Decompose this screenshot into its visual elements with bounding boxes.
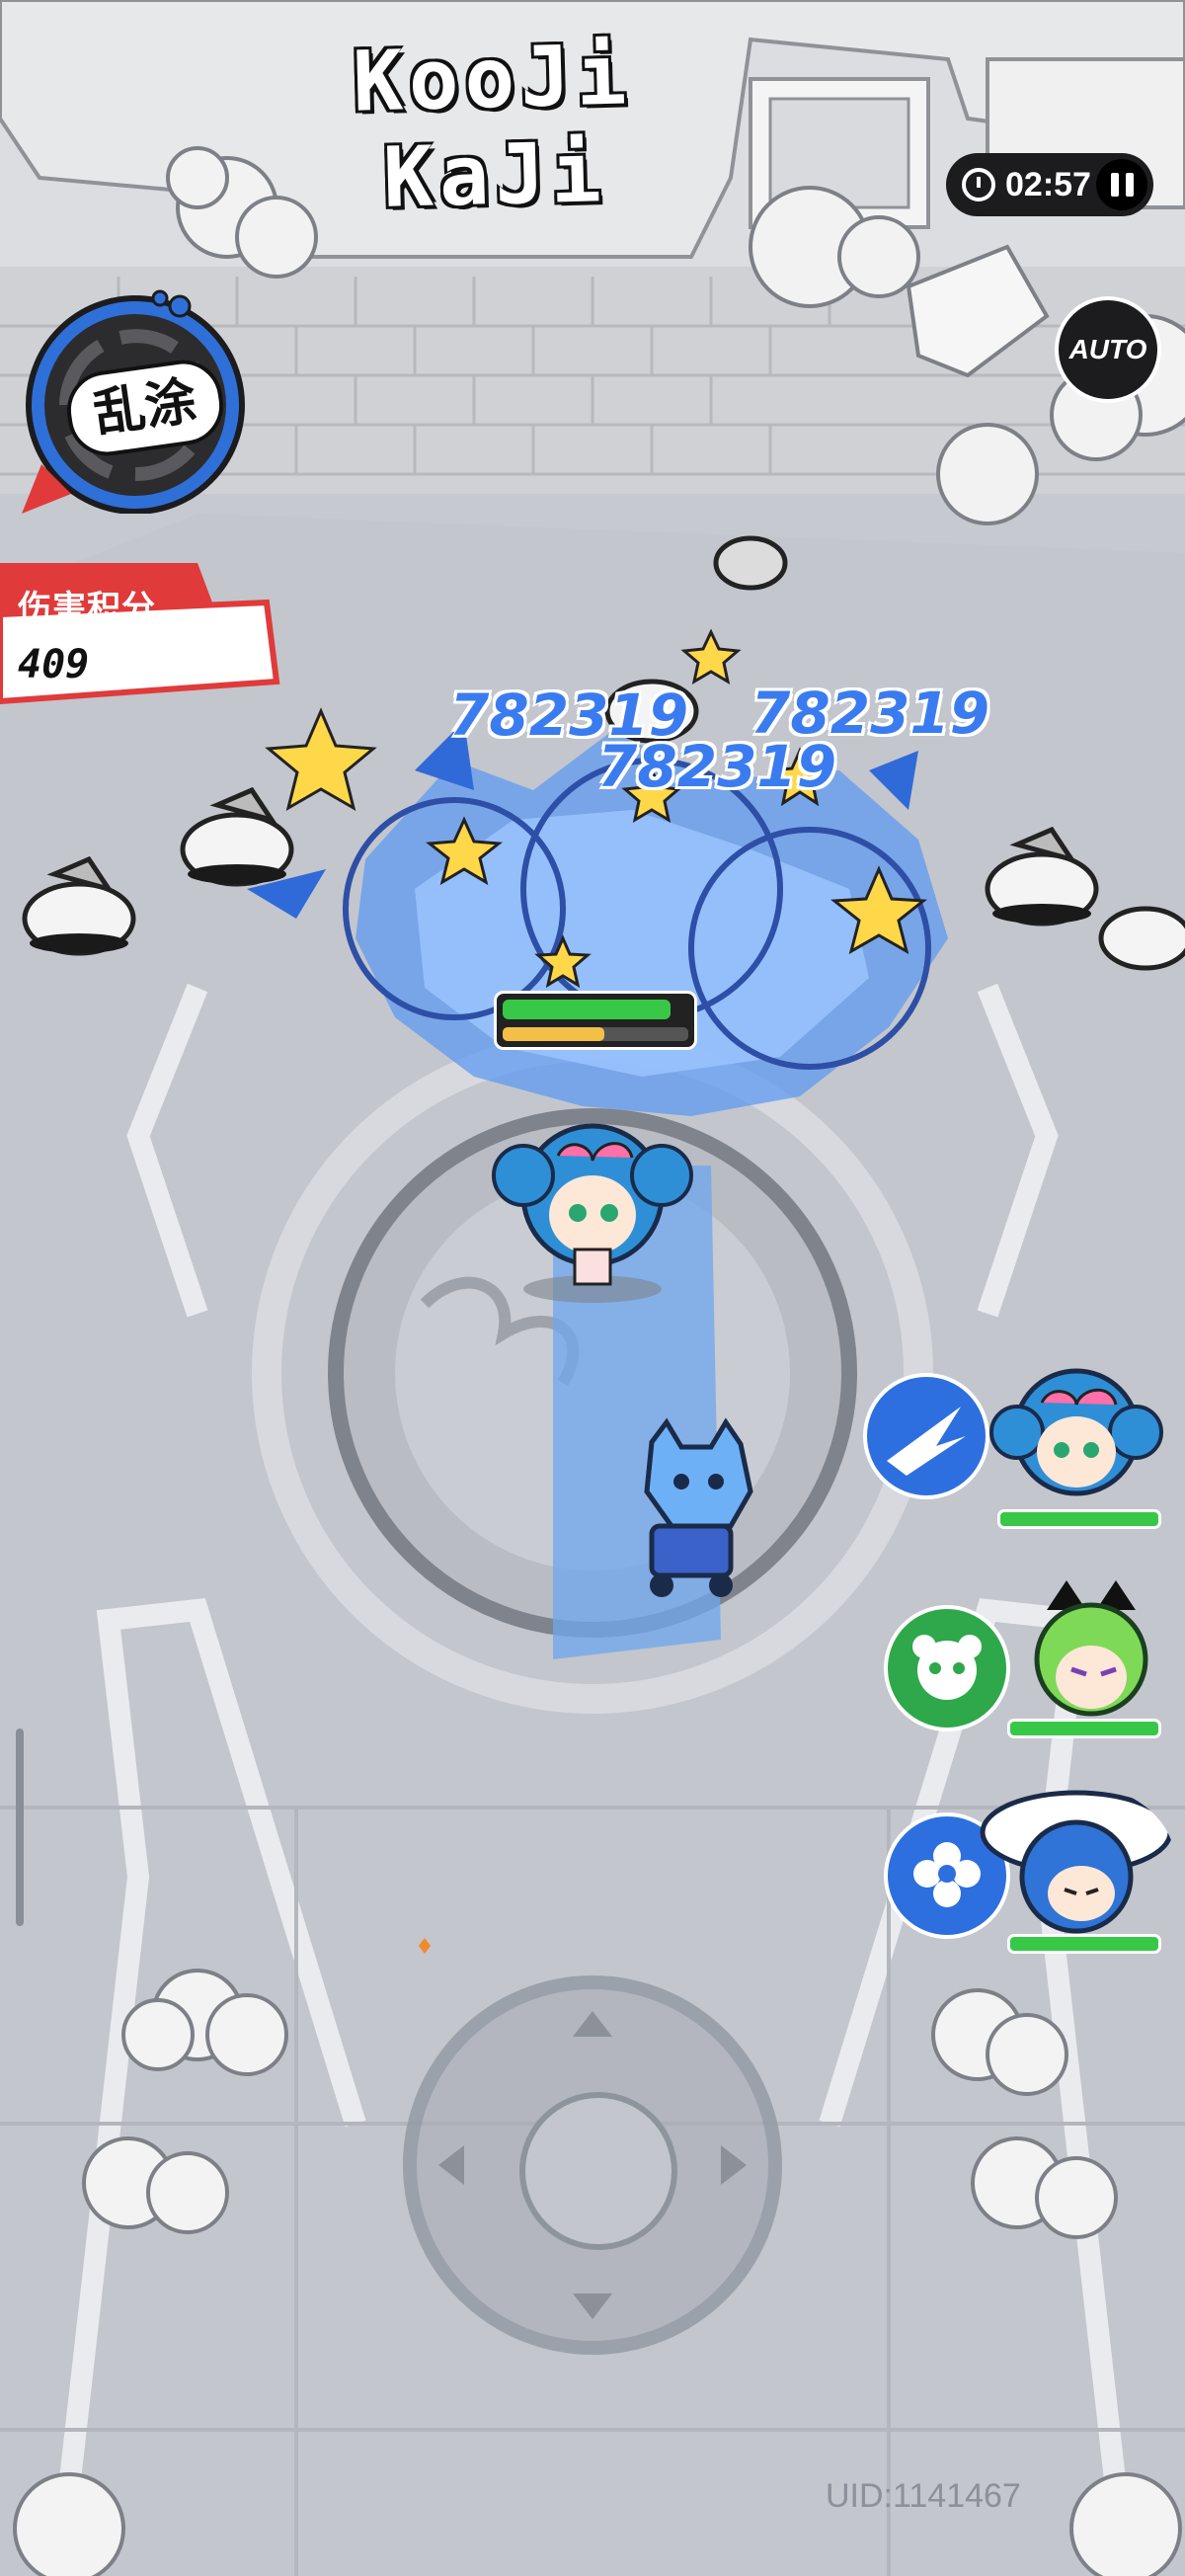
user-id-label: UID:1141467	[826, 2477, 1021, 2515]
health-fill	[503, 1000, 671, 1019]
hero-portrait	[980, 1790, 1173, 1934]
energy-fill	[503, 1027, 605, 1041]
match-timer: 02:57	[946, 153, 1153, 216]
ice-slash-icon[interactable]	[863, 1373, 989, 1499]
damage-score-label: 伤害积分	[18, 589, 156, 628]
damage-number: 782319	[750, 680, 990, 747]
left-arrow-icon	[438, 2145, 464, 2185]
right-arrow-icon	[721, 2145, 747, 2185]
pause-icon-bar-left	[1110, 173, 1119, 197]
party-member-3[interactable]	[869, 1788, 1185, 1966]
down-arrow-icon	[573, 2294, 612, 2319]
hero-portrait	[989, 1368, 1163, 1496]
party-member-2[interactable]	[869, 1570, 1185, 1758]
virtual-joystick[interactable]	[403, 1975, 782, 2355]
hero-portrait	[1034, 1580, 1148, 1717]
party-hp-bar	[1007, 1719, 1161, 1738]
party-member-1[interactable]	[859, 1353, 1185, 1551]
pause-icon-bar-right	[1125, 173, 1134, 197]
party-hp-bar	[997, 1509, 1161, 1529]
game-title-logo: KooJi KaJi	[352, 26, 634, 226]
side-drawer-handle[interactable]	[16, 1729, 24, 1926]
energy-track	[503, 1027, 688, 1041]
timer-value: 02:57	[1005, 165, 1091, 203]
auto-battle-button[interactable]: AUTO	[1055, 296, 1161, 403]
target-health-bar	[494, 991, 697, 1050]
party-hp-bar	[1007, 1934, 1161, 1954]
clock-icon	[962, 168, 995, 201]
damage-score-value: 409	[18, 642, 90, 687]
up-arrow-icon	[573, 2011, 612, 2037]
pause-button[interactable]	[1096, 159, 1147, 210]
panda-icon[interactable]	[884, 1605, 1010, 1731]
game-stage: KooJi KaJi 02:57 AUTO 乱涂 伤害积分 409 782319…	[0, 0, 1185, 2576]
joystick-knob[interactable]	[519, 2092, 677, 2250]
